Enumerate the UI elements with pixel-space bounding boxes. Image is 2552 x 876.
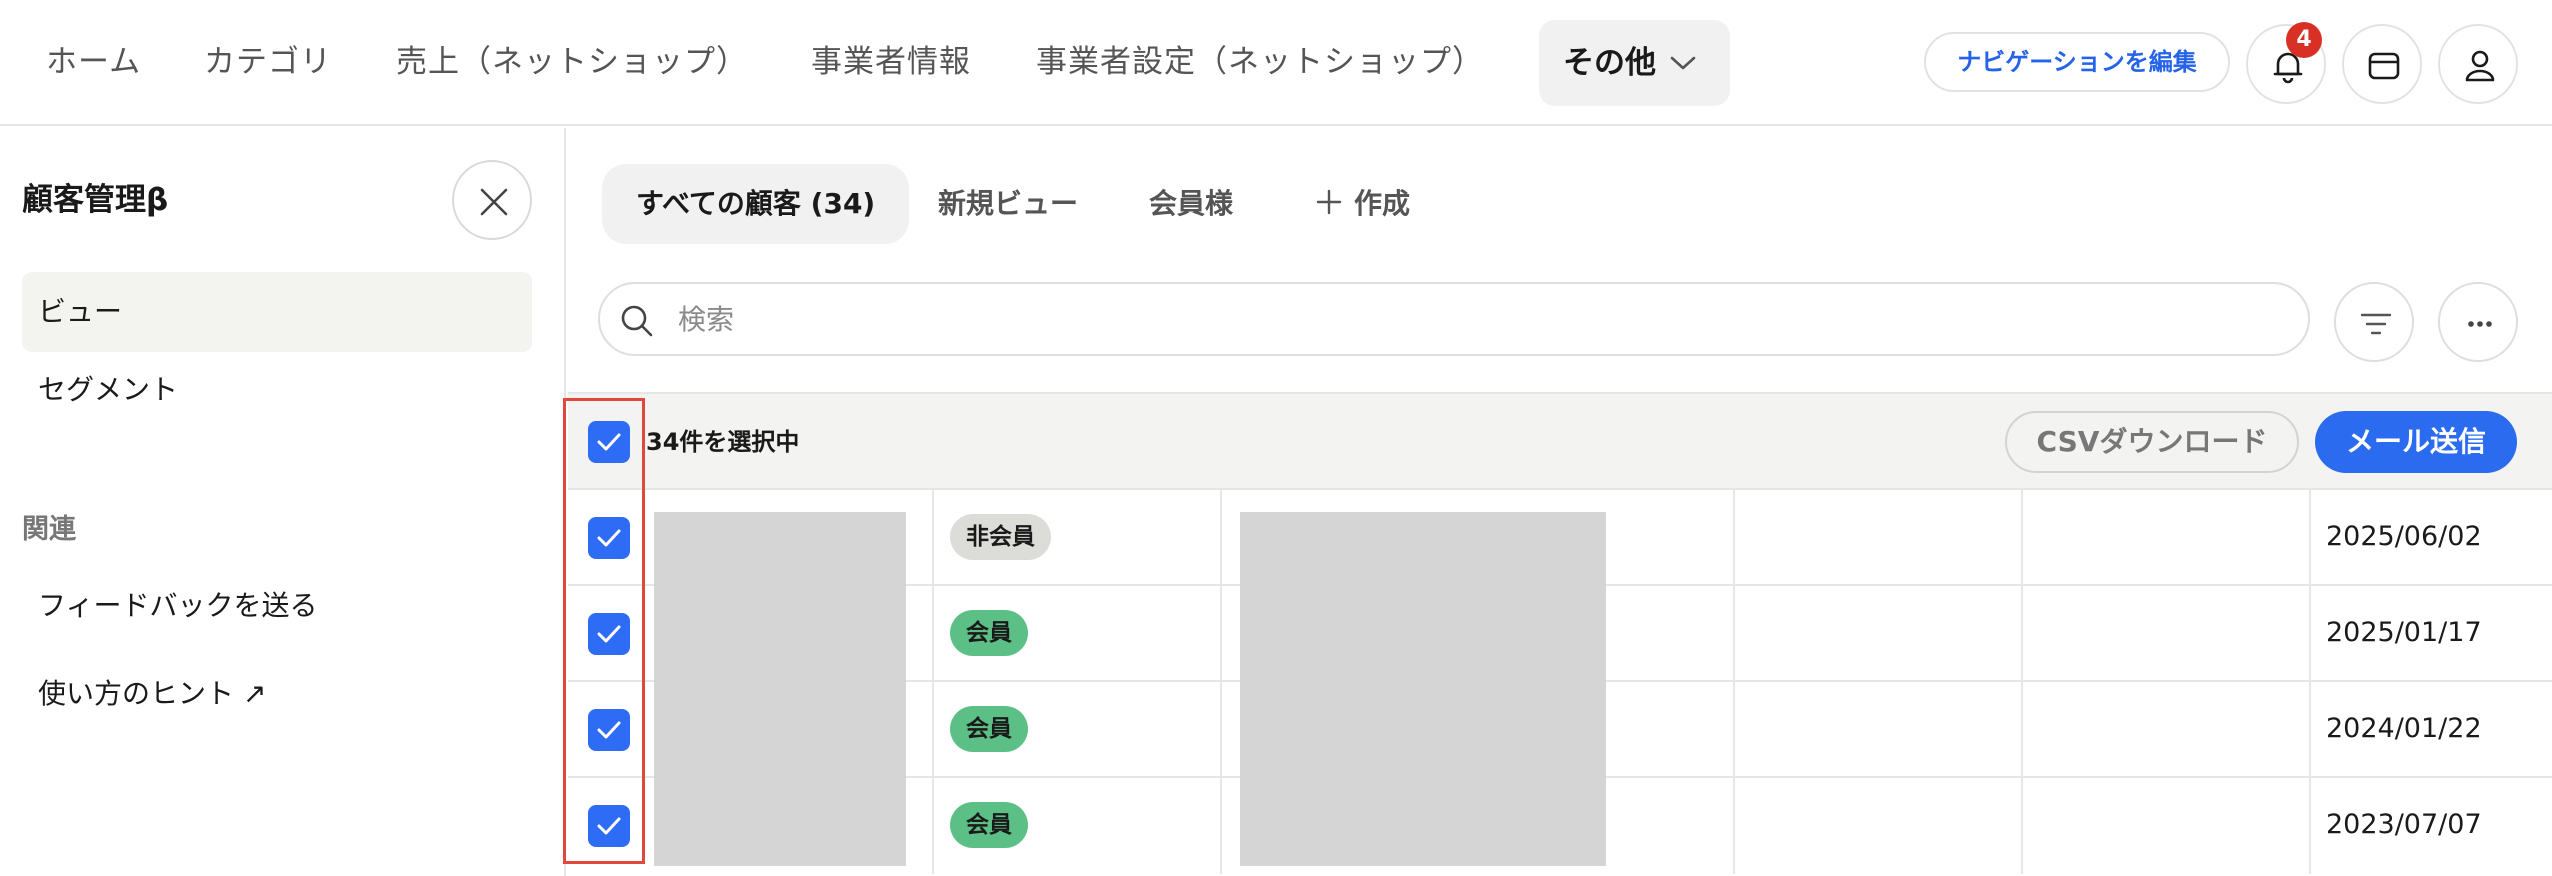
row-checkbox[interactable] [588, 613, 630, 655]
tab-new-view[interactable]: 新規ビュー [938, 164, 1078, 244]
row-date: 2025/01/17 [2326, 617, 2482, 648]
column-divider [1733, 586, 1735, 682]
filter-button[interactable] [2334, 282, 2414, 362]
selection-bar: 34件を選択中 CSVダウンロード メール送信 [568, 392, 2552, 488]
select-all-checkbox[interactable] [588, 421, 630, 463]
customer-table: 34件を選択中 CSVダウンロード メール送信 非会員 2025/06/02 会… [568, 392, 2552, 876]
search-input[interactable] [678, 296, 2258, 342]
sidebar-section-related: 関連 [22, 514, 76, 545]
column-divider [1733, 778, 1735, 874]
status-badge: 会員 [950, 802, 1028, 848]
sidebar-link-tips[interactable]: 使い方のヒント ↗ [38, 672, 266, 716]
column-divider [2309, 586, 2311, 682]
selection-count: 34件を選択中 [646, 428, 800, 456]
checkmark-icon [597, 529, 621, 547]
column-divider [1733, 682, 1735, 778]
more-options-button[interactable] [2438, 282, 2518, 362]
main-content: すべての顧客 (34) 新規ビュー 会員様 作成 検索 34件を選択中 CSVダ… [568, 128, 2552, 876]
browser-window-icon [2368, 52, 2400, 80]
nav-item-home[interactable]: ホーム [46, 38, 141, 86]
column-divider [2021, 682, 2023, 778]
checkmark-icon [597, 817, 621, 835]
redacted-name-column [654, 512, 906, 866]
column-divider [2309, 490, 2311, 586]
sidebar: 顧客管理β ビュー セグメント 関連 フィードバックを送る 使い方のヒント ↗ [0, 128, 566, 876]
csv-download-button[interactable]: CSVダウンロード [2005, 411, 2299, 473]
column-divider [2021, 778, 2023, 874]
top-navigation: ホーム カテゴリ 売上（ネットショップ） 事業者情報 事業者設定（ネットショップ… [0, 0, 2552, 126]
checkmark-icon [597, 721, 621, 739]
checkmark-icon [597, 625, 621, 643]
account-button[interactable] [2438, 24, 2518, 104]
search-bar[interactable] [598, 282, 2310, 356]
column-divider [932, 490, 934, 586]
shop-button[interactable] [2342, 24, 2422, 104]
nav-more-button[interactable]: その他 [1539, 20, 1730, 106]
row-checkbox[interactable] [588, 517, 630, 559]
sidebar-close-button[interactable] [452, 160, 532, 240]
column-divider [1733, 490, 1735, 586]
more-horizontal-icon [2468, 321, 2492, 327]
send-mail-button[interactable]: メール送信 [2315, 411, 2517, 473]
edit-navigation-button[interactable]: ナビゲーションを編集 [1924, 32, 2230, 92]
search-icon [621, 305, 653, 337]
column-divider [1220, 778, 1222, 874]
column-divider [1220, 490, 1222, 586]
nav-item-business-settings[interactable]: 事業者設定（ネットショップ） [1036, 38, 1484, 86]
column-divider [2021, 490, 2023, 586]
column-divider [2309, 682, 2311, 778]
tab-members[interactable]: 会員様 [1149, 164, 1233, 244]
nav-more-label: その他 [1563, 45, 1656, 81]
sidebar-link-feedback[interactable]: フィードバックを送る [38, 584, 317, 628]
column-divider [2021, 586, 2023, 682]
plus-icon [1316, 189, 1342, 215]
row-checkbox[interactable] [588, 709, 630, 751]
status-badge: 会員 [950, 706, 1028, 752]
tab-all-customers[interactable]: すべての顧客 (34) [602, 164, 910, 244]
sidebar-title: 顧客管理β [22, 182, 169, 218]
checkmark-icon [597, 433, 621, 451]
sidebar-item-segment[interactable]: セグメント [22, 350, 532, 430]
user-icon [2465, 50, 2495, 82]
notification-count-badge: 4 [2286, 22, 2322, 58]
filter-icon [2360, 313, 2392, 335]
chevron-down-icon [1670, 56, 1696, 70]
row-checkbox[interactable] [588, 805, 630, 847]
column-divider [1220, 586, 1222, 682]
notification-button[interactable]: 4 [2246, 22, 2326, 104]
column-divider [932, 586, 934, 682]
create-label: 作成 [1354, 187, 1411, 220]
row-date: 2023/07/07 [2326, 809, 2482, 840]
status-badge: 会員 [950, 610, 1028, 656]
nav-item-sales[interactable]: 売上（ネットショップ） [396, 38, 748, 86]
column-divider [932, 778, 934, 874]
row-date: 2024/01/22 [2326, 713, 2482, 744]
tab-create[interactable]: 作成 [1316, 164, 1410, 244]
status-badge: 非会員 [950, 514, 1051, 560]
redacted-email-column [1240, 512, 1606, 866]
nav-item-business-info[interactable]: 事業者情報 [811, 38, 971, 86]
row-date: 2025/06/02 [2326, 521, 2482, 552]
close-icon [480, 188, 508, 216]
column-divider [932, 682, 934, 778]
column-divider [2309, 778, 2311, 874]
sidebar-item-view[interactable]: ビュー [22, 272, 532, 352]
column-divider [1220, 682, 1222, 778]
nav-item-category[interactable]: カテゴリ [204, 38, 332, 86]
